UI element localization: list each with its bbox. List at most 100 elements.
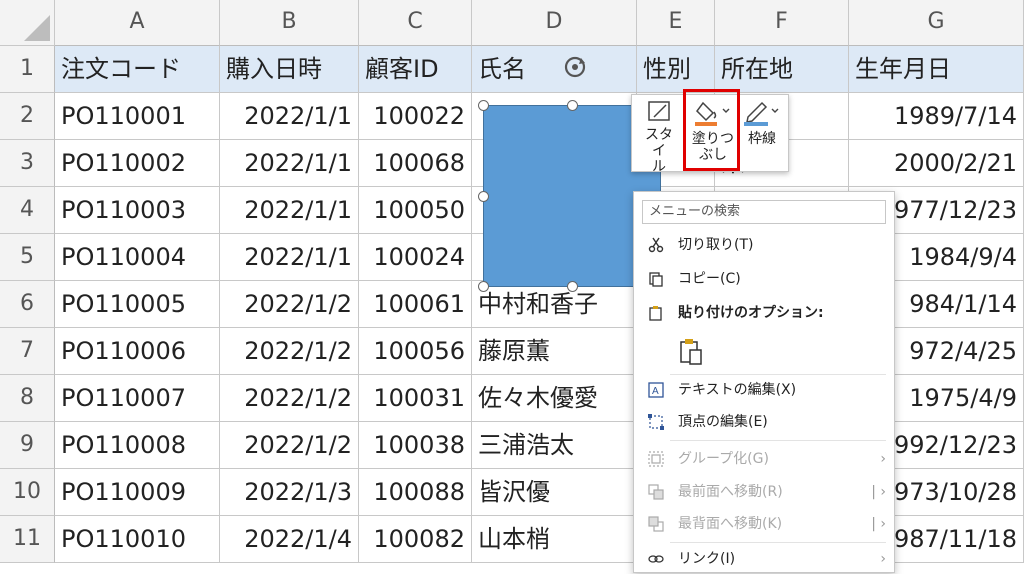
svg-text:A: A [652, 386, 659, 397]
select-all-corner[interactable] [0, 0, 55, 46]
table-cell[interactable]: 2022/1/1 [220, 140, 359, 187]
menu-item-cut[interactable]: 切り取り(T) [634, 230, 894, 260]
table-cell[interactable]: 2022/1/2 [220, 328, 359, 375]
table-cell[interactable]: 100068 [359, 140, 472, 187]
menu-item-edit-text[interactable]: A テキストの編集(X) [634, 375, 894, 405]
table-cell[interactable]: PO110003 [55, 187, 220, 234]
table-cell[interactable]: 2022/1/2 [220, 422, 359, 469]
table-cell[interactable]: 2022/1/1 [220, 234, 359, 281]
menu-item-edit-points[interactable]: 頂点の編集(E) [634, 407, 894, 437]
table-cell[interactable]: PO110004 [55, 234, 220, 281]
table-cell[interactable]: PO110001 [55, 93, 220, 140]
header-cell[interactable]: 所在地 [715, 46, 849, 93]
resize-handle-bottom[interactable] [567, 281, 578, 292]
table-cell[interactable]: 佐々木優愛 [472, 375, 637, 422]
table-cell[interactable]: 100031 [359, 375, 472, 422]
row-header[interactable]: 7 [0, 328, 55, 375]
style-label-line1: スタイ [645, 127, 673, 159]
table-cell[interactable]: PO110007 [55, 375, 220, 422]
menu-item-paste-options: 貼り付けのオプション: [634, 298, 894, 328]
header-cell[interactable]: 性別 [637, 46, 715, 93]
table-cell[interactable]: 100056 [359, 328, 472, 375]
submenu-arrow-icon: | › [871, 484, 886, 500]
menu-item-send-back[interactable]: 最背面へ移動(K) | › [634, 509, 894, 539]
scissors-icon [648, 237, 664, 253]
table-cell[interactable]: 100061 [359, 281, 472, 328]
copy-icon [649, 272, 663, 287]
menu-search-input[interactable]: メニューの検索 [642, 200, 886, 224]
row-header[interactable]: 3 [0, 140, 55, 187]
row-header[interactable]: 1 [0, 46, 55, 93]
outline-button[interactable]: 枠線 [740, 99, 784, 147]
menu-item-group-label: グループ化(G) [678, 451, 769, 467]
table-cell[interactable]: PO110006 [55, 328, 220, 375]
resize-handle-bottom-left[interactable] [478, 281, 489, 292]
menu-item-bring-front[interactable]: 最前面へ移動(R) | › [634, 477, 894, 507]
table-cell[interactable]: 中村和香子 [472, 281, 637, 328]
table-cell[interactable]: PO110005 [55, 281, 220, 328]
submenu-arrow-icon: › [880, 551, 886, 567]
table-cell[interactable]: 皆沢優 [472, 469, 637, 516]
table-cell[interactable]: 100038 [359, 422, 472, 469]
row-header[interactable]: 6 [0, 281, 55, 328]
table-cell[interactable]: 2022/1/2 [220, 375, 359, 422]
table-cell[interactable]: 100050 [359, 187, 472, 234]
header-cell[interactable]: 生年月日 [849, 46, 1024, 93]
menu-item-copy[interactable]: コピー(C) [634, 264, 894, 294]
resize-handle-top-left[interactable] [478, 100, 489, 111]
menu-item-edit-text-label: テキストの編集(X) [678, 382, 797, 398]
resize-handle-top[interactable] [567, 100, 578, 111]
table-cell[interactable]: PO110009 [55, 469, 220, 516]
menu-item-send-back-label: 最背面へ移動(K) [678, 516, 783, 532]
menu-item-link[interactable]: リンク(I) › [634, 544, 894, 574]
table-cell[interactable]: 2000/2/21 [849, 140, 1024, 187]
row-header[interactable]: 9 [0, 422, 55, 469]
table-cell[interactable]: 100024 [359, 234, 472, 281]
menu-item-link-label: リンク(I) [678, 551, 736, 567]
row-header[interactable]: 5 [0, 234, 55, 281]
table-cell[interactable]: 2022/1/1 [220, 93, 359, 140]
row-header[interactable]: 11 [0, 516, 55, 563]
menu-item-group[interactable]: グループ化(G) › [634, 444, 894, 474]
header-cell[interactable]: 氏名 [472, 46, 637, 93]
column-header-c[interactable]: C [359, 0, 472, 46]
column-header-f[interactable]: F [715, 0, 849, 46]
menu-item-copy-label: コピー(C) [678, 271, 741, 287]
menu-separator [670, 542, 886, 543]
row-header[interactable]: 10 [0, 469, 55, 516]
row-header[interactable]: 4 [0, 187, 55, 234]
table-cell[interactable]: 100082 [359, 516, 472, 563]
table-cell[interactable]: PO110010 [55, 516, 220, 563]
paste-option-button[interactable] [634, 334, 894, 370]
column-header-b[interactable]: B [220, 0, 359, 46]
table-cell[interactable]: 三浦浩太 [472, 422, 637, 469]
table-cell[interactable]: 100088 [359, 469, 472, 516]
table-cell[interactable]: PO110008 [55, 422, 220, 469]
header-cell[interactable]: 顧客ID [359, 46, 472, 93]
table-cell[interactable]: 2022/1/4 [220, 516, 359, 563]
outline-label: 枠線 [748, 131, 776, 147]
table-cell[interactable]: 2022/1/3 [220, 469, 359, 516]
row-header[interactable]: 8 [0, 375, 55, 422]
column-header-e[interactable]: E [637, 0, 715, 46]
table-cell[interactable]: 藤原薫 [472, 328, 637, 375]
table-cell[interactable]: 2022/1/1 [220, 187, 359, 234]
header-cell[interactable]: 注文コード [55, 46, 220, 93]
shape-style-icon [648, 101, 670, 121]
resize-handle-left[interactable] [478, 191, 489, 202]
table-cell[interactable]: PO110002 [55, 140, 220, 187]
style-label-line2: ル [652, 159, 666, 175]
send-back-icon [648, 516, 664, 532]
table-cell[interactable]: 2022/1/2 [220, 281, 359, 328]
row-header[interactable]: 2 [0, 93, 55, 140]
style-button[interactable]: スタイ ル [642, 99, 676, 175]
table-cell[interactable]: 山本梢 [472, 516, 637, 563]
column-header-d[interactable]: D [472, 0, 637, 46]
column-header-a[interactable]: A [55, 0, 220, 46]
context-menu: メニューの検索 切り取り(T) コピー(C) 貼り付けのオプション: A テキス… [633, 191, 895, 573]
column-header-g[interactable]: G [849, 0, 1024, 46]
table-cell[interactable]: 1989/7/14 [849, 93, 1024, 140]
table-cell[interactable]: 100022 [359, 93, 472, 140]
header-cell[interactable]: 購入日時 [220, 46, 359, 93]
rotate-handle-icon[interactable] [562, 54, 588, 80]
